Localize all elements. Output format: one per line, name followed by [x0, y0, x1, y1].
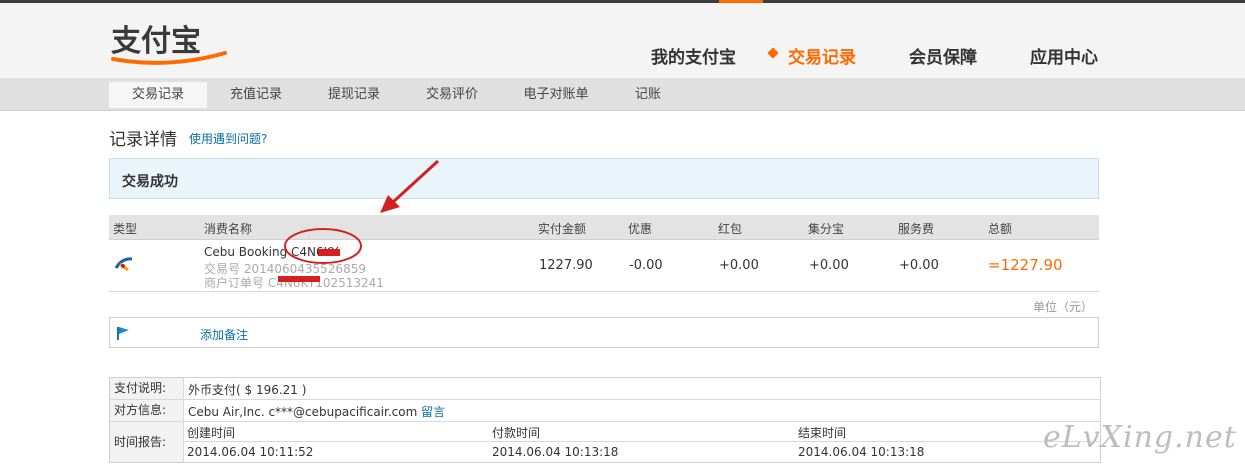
nav-transactions[interactable]: 交易记录	[788, 43, 856, 68]
counterparty-row: 对方信息: Cebu Air,Inc. c***@cebupacificair.…	[110, 400, 1100, 422]
time-row: 时间报告: 创建时间 2014.06.04 10:11:52 付款时间 2014…	[110, 422, 1100, 462]
counterparty-info: Cebu Air,Inc. c***@cebupacificair.com 留言	[188, 403, 445, 420]
header-name: 消费名称	[204, 222, 253, 236]
paid-time-value: 2014.06.04 10:13:18	[492, 445, 619, 459]
payment-label: 支付说明:	[110, 378, 184, 399]
payment-value: 外币支付( $ 196.21 )	[188, 383, 307, 397]
subnav-statement[interactable]: 电子对账单	[511, 82, 601, 108]
table-row: Cebu Booking C4N6KY 交易号 2014060435526859…	[109, 239, 1099, 292]
header-total: 总额	[988, 222, 1013, 236]
header-red-packet: 红包	[718, 222, 743, 236]
created-time-label: 创建时间	[187, 426, 236, 440]
nav-app-center[interactable]: 应用中心	[1030, 43, 1098, 68]
leave-message-link[interactable]: 留言	[421, 405, 445, 419]
subnav-withdraw[interactable]: 提现记录	[309, 82, 399, 108]
service-fee-amount: +0.00	[899, 258, 939, 273]
time-label: 时间报告:	[110, 422, 184, 462]
header-service-fee: 服务费	[898, 222, 935, 236]
cebu-pacific-logo-icon	[114, 257, 133, 272]
subnav-transactions[interactable]: 交易记录	[109, 82, 207, 108]
subnav-recharge[interactable]: 充值记录	[211, 82, 301, 108]
paid-amount: 1227.90	[539, 258, 593, 273]
counterparty-value: Cebu Air,Inc. c***@cebupacificair.com	[188, 405, 418, 419]
paid-time-label: 付款时间	[492, 426, 541, 440]
logo-text: 支付宝	[111, 24, 201, 59]
unit-label: 单位（元）	[1033, 300, 1094, 314]
info-table: 支付说明: 外币支付( $ 196.21 ) 对方信息: Cebu Air,In…	[109, 377, 1101, 463]
header-discount: 优惠	[628, 222, 653, 236]
header-paid: 实付金额	[538, 222, 587, 236]
red-packet-amount: +0.00	[719, 258, 759, 273]
transaction-name[interactable]: Cebu Booking C4N6KY	[204, 245, 338, 259]
help-link[interactable]: 使用遇到问题?	[189, 130, 267, 147]
status-text: 交易成功	[122, 174, 178, 190]
total-amount: =1227.90	[988, 256, 1063, 274]
header-jifenbao: 集分宝	[808, 222, 845, 236]
flag-icon	[117, 327, 129, 340]
end-time-label: 结束时间	[798, 426, 847, 440]
table-header: 类型 消费名称 实付金额 优惠 红包 集分宝 服务费 总额	[109, 215, 1099, 240]
nav-member-protection[interactable]: 会员保障	[909, 43, 977, 68]
add-memo-link[interactable]: 添加备注	[200, 326, 248, 343]
payment-row: 支付说明: 外币支付( $ 196.21 )	[110, 378, 1100, 400]
end-time-value: 2014.06.04 10:13:18	[798, 445, 925, 459]
watermark: eLvXing.net	[1043, 420, 1237, 455]
status-box: 交易成功	[109, 158, 1099, 199]
subnav-review[interactable]: 交易评价	[407, 82, 497, 108]
page-title: 记录详情	[109, 130, 177, 150]
alipay-logo[interactable]: 支付宝	[109, 21, 229, 65]
merchant-order-number: 商户订单号 C4N6KY102513241	[204, 276, 384, 290]
subnav-bookkeeping[interactable]: 记账	[603, 82, 693, 108]
created-time-value: 2014.06.04 10:11:52	[187, 445, 314, 459]
header-type: 类型	[113, 222, 138, 236]
active-nav-dot-icon	[767, 47, 779, 59]
discount-amount: -0.00	[629, 258, 663, 273]
counterparty-label: 对方信息:	[110, 400, 184, 421]
jifenbao-amount: +0.00	[809, 258, 849, 273]
header: 支付宝 我的支付宝 交易记录 会员保障 应用中心	[0, 3, 1245, 78]
nav-my-alipay[interactable]: 我的支付宝	[651, 43, 736, 68]
sub-navigation: 交易记录 充值记录 提现记录 交易评价 电子对账单 记账	[0, 78, 1245, 111]
memo-box: 添加备注	[109, 317, 1099, 348]
time-divider	[185, 441, 1100, 442]
